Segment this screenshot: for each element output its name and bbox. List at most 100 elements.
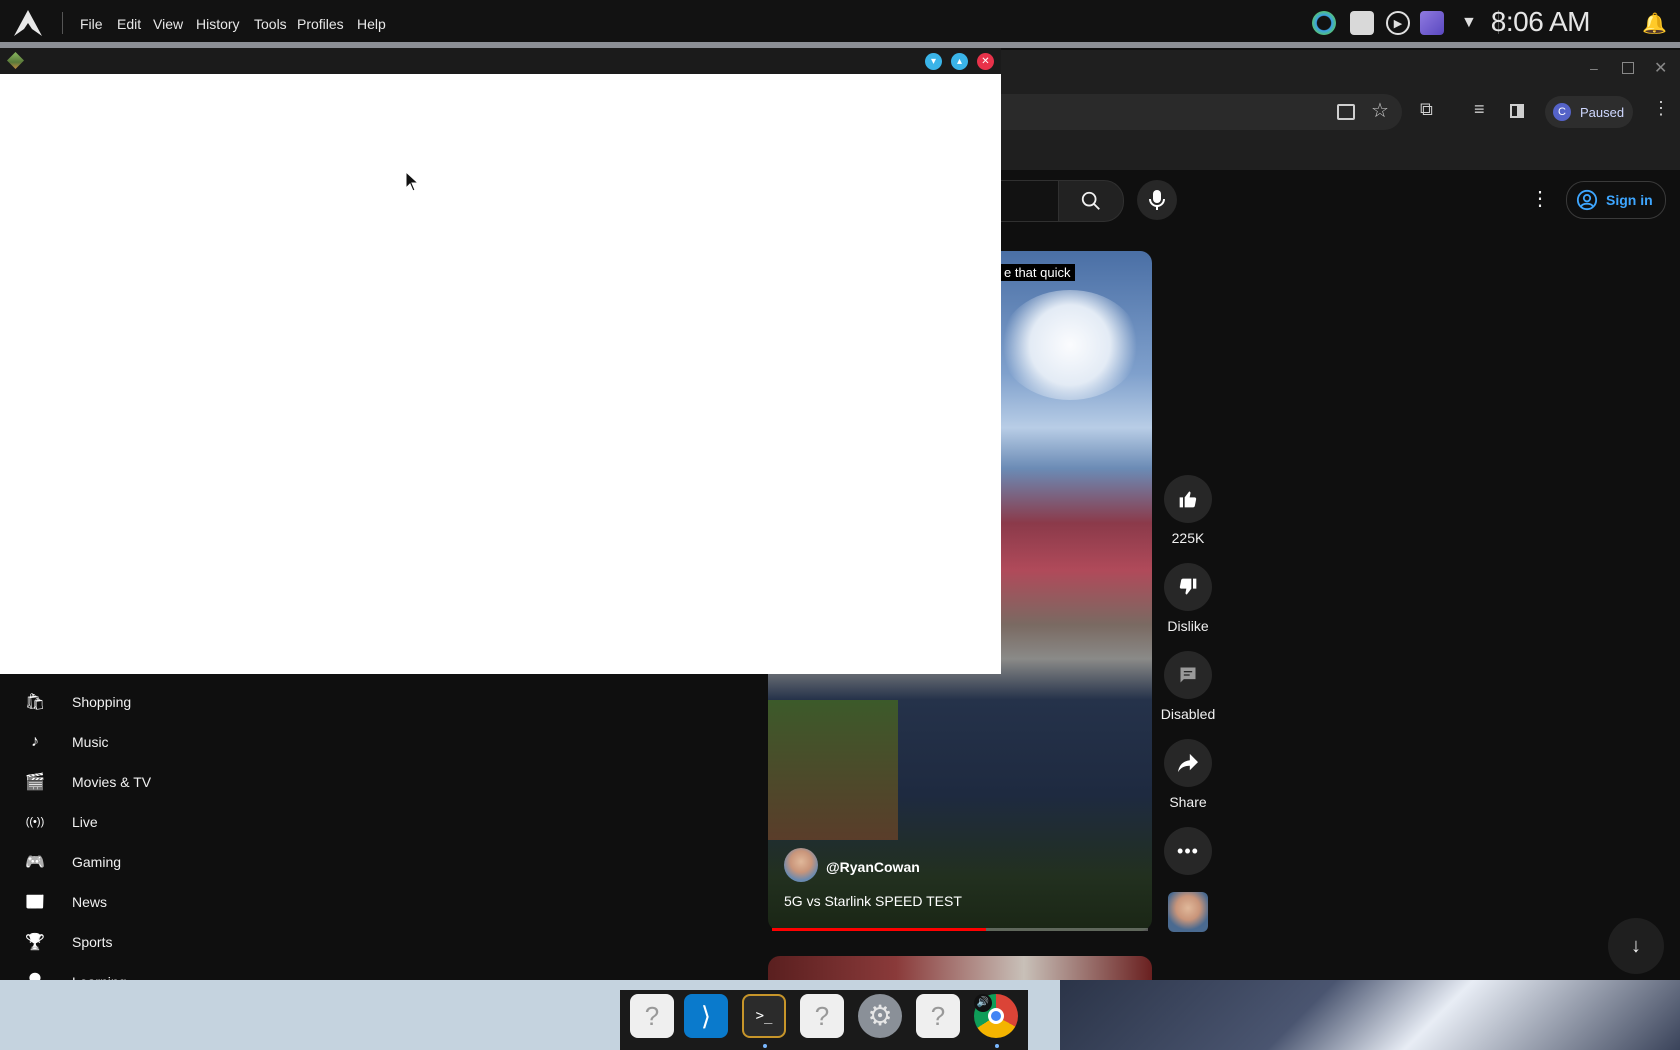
sidebar-item-label: Sports	[72, 934, 113, 950]
menu-tools[interactable]: Tools	[254, 16, 287, 32]
dislike-button[interactable]	[1164, 563, 1212, 611]
notification-bell-icon[interactable]: 🔔	[1642, 11, 1667, 36]
unknown-app-icon[interactable]: ?	[630, 994, 674, 1038]
menu-separator	[62, 12, 63, 34]
more-actions-button[interactable]: •••	[1164, 827, 1212, 875]
menu-profiles[interactable]: Profiles	[297, 16, 344, 32]
trophy-icon: 🏆	[25, 934, 45, 951]
scroll-down-button[interactable]: ↓	[1608, 918, 1664, 974]
clapperboard-icon: 🎬	[25, 774, 45, 791]
unknown-app-icon-3[interactable]: ?	[916, 994, 960, 1038]
share-button[interactable]	[1164, 739, 1212, 787]
sidebar-item-label: Live	[72, 814, 98, 830]
menu-help[interactable]: Help	[357, 16, 386, 32]
vscode-icon[interactable]: ⟩	[684, 994, 728, 1038]
like-button[interactable]	[1164, 475, 1212, 523]
sidebar-item-label: Movies & TV	[72, 774, 152, 790]
microphone-icon	[1149, 190, 1165, 210]
unknown-app-icon-2[interactable]: ?	[800, 994, 844, 1038]
search-input[interactable]	[1000, 180, 1059, 222]
sidebar-item-label: News	[72, 894, 108, 910]
arch-logo-icon[interactable]	[13, 9, 43, 37]
speaker-icon: 🔊	[974, 994, 992, 1012]
newspaper-icon: 📰	[25, 894, 45, 911]
window-close-button[interactable]: ✕	[977, 53, 994, 70]
profile-paused-chip[interactable]: C Paused	[1545, 96, 1633, 128]
sidebar-item-news[interactable]: 📰 News	[0, 882, 250, 922]
music-note-icon: ♪	[31, 733, 39, 750]
search-button[interactable]	[1058, 180, 1124, 222]
system-bar-divider	[0, 42, 1680, 48]
share-arrow-icon	[1178, 753, 1198, 773]
gamepad-icon: 🎮	[25, 854, 45, 871]
chrome-icon-center	[988, 1008, 1004, 1024]
arrow-down-icon: ↓	[1631, 934, 1641, 957]
system-clock[interactable]: 8:06 AM	[1491, 6, 1591, 38]
media-play-icon[interactable]: ▶	[1386, 11, 1410, 35]
more-horizontal-icon: •••	[1177, 840, 1199, 861]
channel-name[interactable]: @RyanCowan	[826, 859, 920, 875]
side-panel-icon[interactable]	[1510, 104, 1524, 118]
menu-view[interactable]: View	[153, 16, 183, 32]
thumbs-down-icon	[1179, 578, 1197, 595]
clipboard-icon[interactable]	[1350, 11, 1374, 35]
video-progress-track[interactable]	[772, 928, 1148, 931]
menu-history[interactable]: History	[196, 16, 240, 32]
window-shade-button[interactable]: ▾	[925, 53, 942, 70]
account-circle-icon	[1576, 189, 1598, 211]
sidebar-item-movies-tv[interactable]: 🎬 Movies & TV	[0, 762, 250, 802]
thumbs-up-icon	[1179, 491, 1197, 508]
vscode-muted-icon[interactable]	[1420, 11, 1444, 35]
media-controls-icon[interactable]: ≡	[1474, 99, 1485, 120]
chrome-menu-icon[interactable]: ⋮	[1652, 98, 1670, 119]
profile-status: Paused	[1580, 104, 1625, 120]
menu-file[interactable]: File	[80, 16, 103, 32]
comments-label: Disabled	[1160, 706, 1216, 722]
app-window-icon	[7, 52, 24, 69]
sidebar-item-label: Music	[72, 734, 109, 750]
sidebar-item-music[interactable]: ♪ Music	[0, 722, 250, 762]
search-icon	[1081, 191, 1100, 210]
video-cloud	[1000, 290, 1140, 400]
extensions-icon[interactable]: ⧉	[1420, 99, 1433, 120]
video-progress-fill	[772, 928, 987, 931]
install-app-icon[interactable]	[1337, 104, 1355, 120]
window-close-icon[interactable]: ✕	[1654, 58, 1667, 78]
running-indicator	[763, 1044, 767, 1048]
desktop-wallpaper	[1060, 980, 1680, 1050]
sync-icon[interactable]	[1312, 11, 1336, 35]
video-planter	[768, 700, 898, 840]
app-window-content[interactable]	[0, 74, 1001, 674]
channel-avatar[interactable]	[784, 848, 818, 882]
voice-search-button[interactable]	[1137, 180, 1177, 220]
sidebar-item-shopping[interactable]: 🛍 Shopping	[0, 682, 250, 722]
comments-button[interactable]	[1164, 651, 1212, 699]
window-minimize-icon[interactable]: –	[1590, 60, 1598, 76]
comment-icon	[1180, 667, 1196, 683]
bookmark-star-icon[interactable]: ☆	[1371, 98, 1389, 123]
tray-dropdown-icon[interactable]: ▼	[1461, 14, 1477, 32]
terminal-icon[interactable]: >_	[742, 994, 786, 1038]
shopping-bag-icon: 🛍	[24, 694, 46, 711]
window-maximize-button[interactable]: ▴	[951, 53, 968, 70]
video-caption: e that quick	[1000, 264, 1075, 281]
sidebar-item-live[interactable]: ((•)) Live	[0, 802, 250, 842]
window-restore-icon[interactable]	[1622, 62, 1634, 74]
running-indicator	[995, 1044, 999, 1048]
sidebar-item-label: Gaming	[72, 854, 122, 870]
mouse-cursor-icon	[405, 171, 420, 192]
dislike-label: Dislike	[1167, 618, 1209, 634]
video-title[interactable]: 5G vs Starlink SPEED TEST	[784, 893, 962, 909]
sidebar-item-sports[interactable]: 🏆 Sports	[0, 922, 250, 962]
settings-more-icon[interactable]: ⋮	[1530, 186, 1550, 211]
sidebar-item-gaming[interactable]: 🎮 Gaming	[0, 842, 250, 882]
app-window-titlebar[interactable]	[0, 48, 1001, 74]
menu-edit[interactable]: Edit	[117, 16, 141, 32]
like-count: 225K	[1171, 530, 1205, 546]
sign-in-label: Sign in	[1606, 192, 1653, 208]
channel-thumbnail[interactable]	[1168, 892, 1208, 932]
sidebar-item-label: Shopping	[72, 694, 132, 710]
sign-in-button[interactable]: Sign in	[1566, 181, 1666, 219]
profile-avatar: C	[1553, 103, 1571, 121]
system-settings-icon[interactable]: ⚙	[858, 994, 902, 1038]
